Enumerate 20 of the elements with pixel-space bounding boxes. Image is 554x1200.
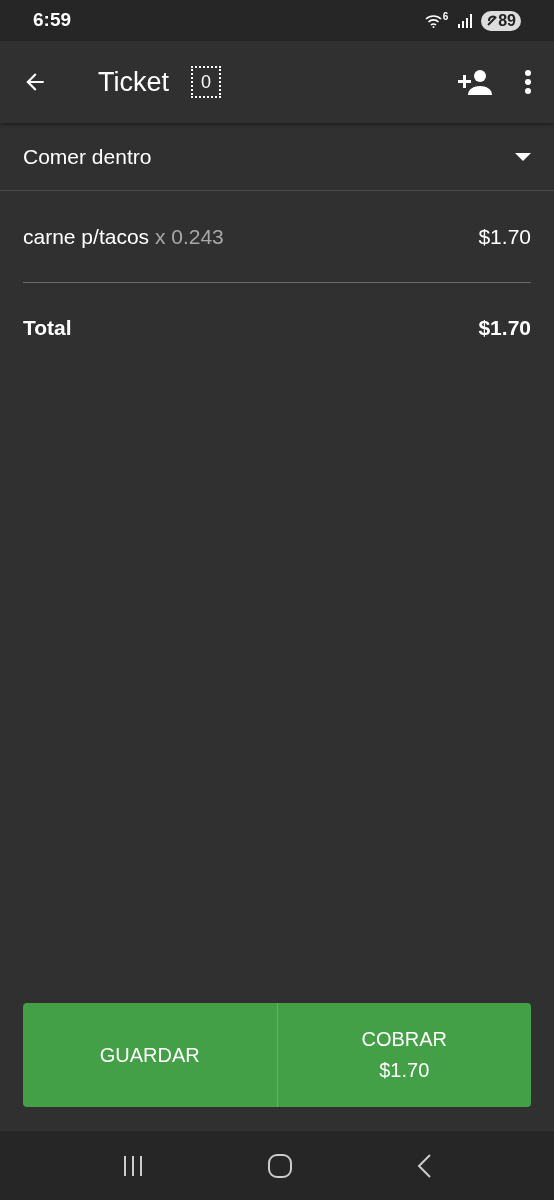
dining-option-dropdown[interactable]: Comer dentro <box>0 124 554 191</box>
total-label: Total <box>23 315 72 342</box>
save-button[interactable]: GUARDAR <box>23 1003 277 1107</box>
total-amount: $1.70 <box>478 315 531 342</box>
back-nav-icon[interactable] <box>416 1153 433 1178</box>
ticket-count: 0 <box>191 66 221 98</box>
add-person-icon <box>458 69 492 95</box>
charge-button[interactable]: COBRAR $1.70 <box>276 1003 531 1107</box>
signal-icon <box>458 13 474 28</box>
status-time: 6:59 <box>33 8 72 33</box>
wifi-label: 6 <box>442 10 449 24</box>
item-name: carne p/tacos x 0.243 <box>23 223 224 250</box>
recent-apps-icon[interactable] <box>121 1154 144 1177</box>
wifi-icon <box>424 13 442 28</box>
item-price: $1.70 <box>478 223 531 250</box>
screen-title: Ticket <box>98 65 169 99</box>
dropdown-caret-icon <box>515 152 531 162</box>
more-icon <box>524 69 532 95</box>
battery-indicator: 89 <box>481 10 521 31</box>
home-icon[interactable] <box>267 1153 293 1178</box>
